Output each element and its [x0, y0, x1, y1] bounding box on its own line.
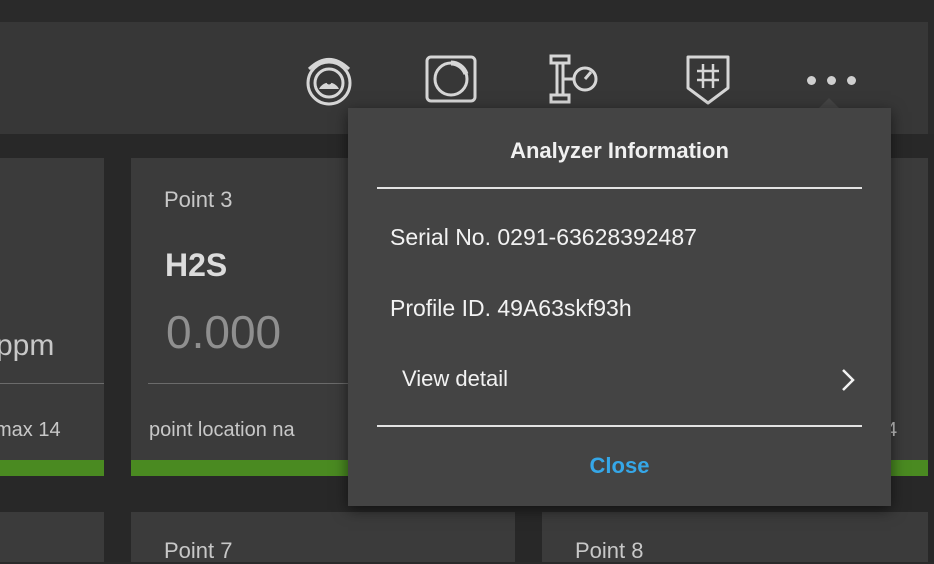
point-card-8[interactable]: Point 8 — [542, 512, 928, 563]
point-footer: max 14 — [0, 419, 61, 441]
gauge-icon[interactable] — [301, 51, 357, 107]
point-card[interactable] — [0, 512, 104, 562]
card-divider — [0, 383, 104, 384]
point-card-3[interactable]: Point 3 H2S 0.000 point location na — [131, 158, 381, 476]
shield-grid-icon[interactable] — [680, 51, 736, 107]
gas-name: H2S — [165, 247, 228, 283]
point-unit: ppm — [0, 329, 55, 362]
more-dot — [826, 75, 836, 85]
point-title: Point 8 — [575, 538, 644, 563]
view-detail-label: View detail — [402, 366, 508, 391]
popover-divider — [377, 425, 862, 427]
status-bar — [131, 460, 381, 476]
point-card[interactable]: ppm max 14 — [0, 158, 104, 476]
view-detail-link[interactable]: View detail — [377, 358, 862, 402]
more-dot — [846, 75, 856, 85]
popover-title: Analyzer Information — [510, 138, 729, 163]
point-card-7[interactable]: Point 7 — [131, 512, 515, 563]
close-button[interactable]: Close — [348, 448, 891, 484]
analyzer-info-popover: Analyzer Information Serial No. 0291-636… — [348, 108, 891, 506]
status-bar — [0, 460, 104, 476]
point-title: Point 3 — [164, 187, 233, 212]
chevron-right-icon — [840, 368, 856, 397]
gas-reading: 0.000 — [166, 306, 282, 358]
dial-icon[interactable] — [423, 51, 479, 107]
popover-divider — [377, 187, 862, 189]
more-dot — [806, 75, 816, 85]
more-icon[interactable] — [794, 62, 868, 98]
top-strip — [0, 0, 934, 22]
flow-meter-icon[interactable] — [547, 51, 603, 107]
serial-number: Serial No. 0291-63628392487 — [390, 224, 697, 250]
card-divider — [148, 383, 368, 384]
profile-id: Profile ID. 49A63skf93h — [390, 295, 632, 321]
point-title: Point 7 — [164, 538, 233, 563]
point-location: point location na — [149, 419, 295, 441]
